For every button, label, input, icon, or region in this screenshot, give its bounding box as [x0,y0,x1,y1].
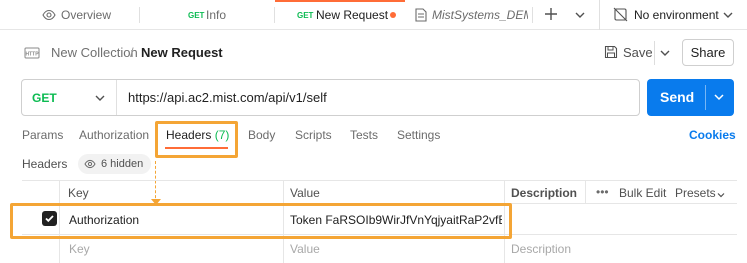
method-label: GET [32,91,57,105]
column-header-description: Description [511,186,578,200]
new-key-input[interactable]: Key [69,242,90,256]
breadcrumb-separator: / [130,45,134,60]
chevron-down-icon[interactable] [713,91,725,103]
tab-params[interactable]: Params [22,128,63,142]
collection-file-icon [415,8,427,22]
url-input[interactable] [128,80,633,115]
tab-scripts[interactable]: Scripts [295,128,332,142]
tab-overview[interactable]: Overview [0,0,140,30]
more-options-icon[interactable]: ••• [596,185,609,199]
headers-tab-highlight [155,121,238,158]
http-request-icon: HTTP [24,45,40,61]
svg-text:HTTP: HTTP [25,52,39,58]
headers-section-label: Headers [22,157,68,171]
eye-icon [84,158,96,170]
tab-info[interactable]: GET Info [140,0,275,30]
column-header-key: Key [68,186,89,200]
unsaved-dot-icon [390,12,396,18]
hidden-headers-count: 6 hidden [101,158,144,170]
tab-overview-label: Overview [61,8,112,22]
tab-info-label: Info [206,8,227,22]
breadcrumb-parent[interactable]: New Collection [51,45,138,60]
no-environment-icon [613,7,628,22]
new-value-input[interactable]: Value [290,242,320,256]
tab-new-request[interactable]: GET New Request [275,0,405,30]
tab-tests[interactable]: Tests [350,128,378,142]
save-button[interactable]: Save [623,45,653,60]
chevron-down-icon [660,50,669,56]
chevron-down-icon [722,9,734,21]
request-tabs: Params Authorization Headers (7) Body Sc… [0,128,747,152]
tab-authorization[interactable]: Authorization [79,128,149,142]
tab-new-request-label: New Request [316,8,389,22]
hidden-headers-toggle[interactable]: 6 hidden [78,154,152,174]
environment-selector[interactable]: No environment [600,0,747,30]
tab-overflow-button[interactable] [570,0,594,30]
breadcrumb: HTTP New Collection / New Request Save S… [0,38,747,68]
tab-settings[interactable]: Settings [397,128,440,142]
environment-label: No environment [634,8,719,22]
presets-dropdown[interactable]: Presets [675,186,716,200]
send-label: Send [660,89,695,105]
chevron-down-icon [574,9,586,21]
method-select[interactable]: GET [22,80,117,115]
send-button[interactable]: Send [647,79,734,116]
save-icon[interactable] [604,45,618,59]
tab-new-request-method: GET [297,11,314,20]
url-bar: GET [21,79,640,116]
authorization-row-highlight [10,203,512,239]
share-button[interactable]: Share [682,39,734,66]
chevron-down-icon [94,92,106,104]
new-tab-button[interactable] [540,0,564,30]
cookies-link[interactable]: Cookies [689,128,736,142]
tab-info-method: GET [188,11,205,20]
tab-collection-label: MistSystems_DEMO [432,8,528,22]
page-title[interactable]: New Request [141,45,223,60]
chevron-down-icon [716,188,726,198]
overview-icon [42,8,56,22]
save-options-button[interactable] [654,41,674,65]
tab-collection[interactable]: MistSystems_DEMO [405,0,533,30]
column-header-value: Value [290,186,320,200]
request-tab-bar: Overview GET Info GET New Request MistSy… [0,0,747,30]
plus-icon [544,7,558,21]
bulk-edit-button[interactable]: Bulk Edit [619,186,666,200]
new-description-input[interactable]: Description [511,242,571,256]
table-header: Key Value Description ••• Bulk Edit Pres… [22,180,737,204]
tab-body[interactable]: Body [248,128,275,142]
table-row-empty: Key Value Description [22,235,737,263]
